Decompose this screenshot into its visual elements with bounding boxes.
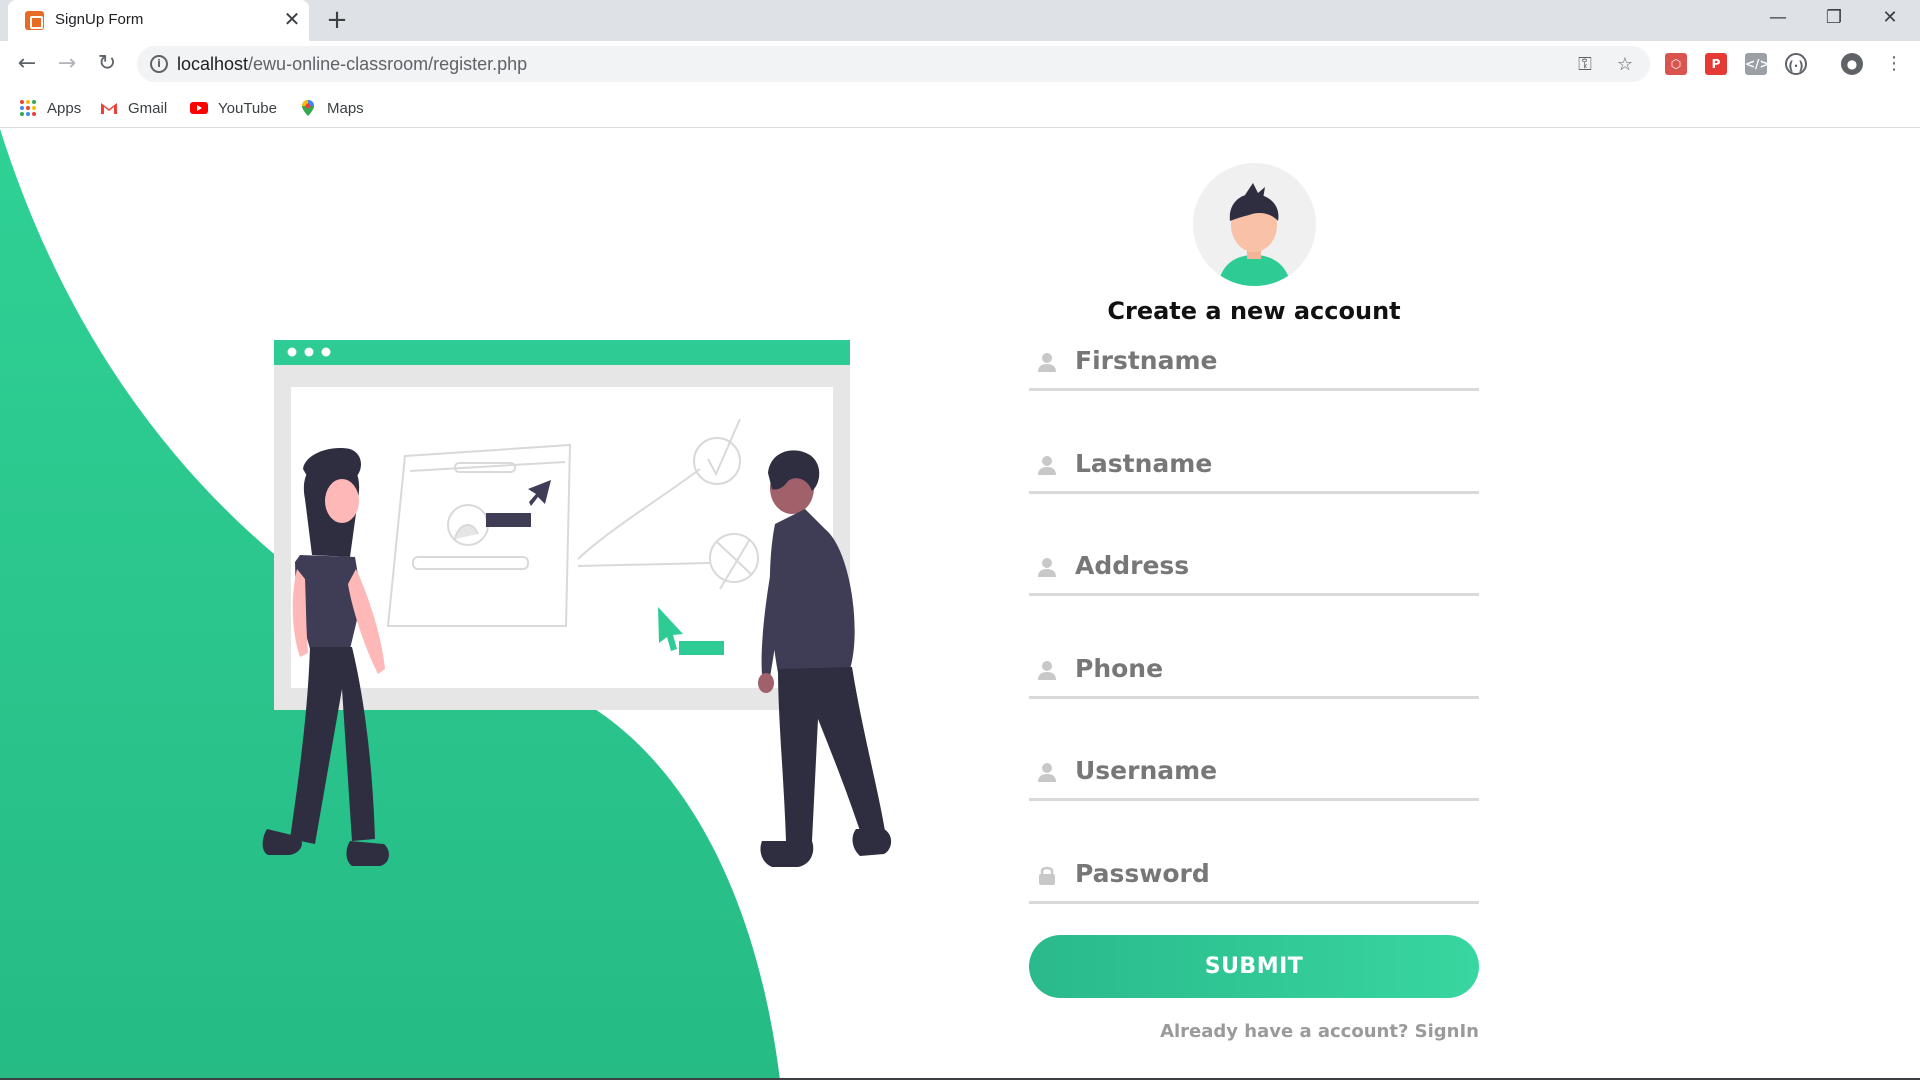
bookmarks-bar: Apps Gmail YouTube Maps: [0, 88, 1920, 128]
user-icon: [1038, 661, 1056, 680]
user-icon: [1038, 456, 1056, 475]
url-text[interactable]: localhost/ewu-online-classroom/register.…: [177, 54, 527, 75]
firstname-input[interactable]: [1075, 339, 1465, 381]
url-host: localhost: [177, 54, 249, 74]
xampp-favicon-icon: [25, 11, 44, 30]
phone-input[interactable]: [1075, 647, 1465, 689]
close-window-icon[interactable]: ✕: [1862, 0, 1918, 36]
restore-icon[interactable]: ❐: [1806, 0, 1862, 36]
page-content: Create a new account SUBMIT Already have…: [0, 129, 1920, 1080]
avatar: [1193, 163, 1316, 286]
key-icon[interactable]: ⚿: [1574, 54, 1596, 76]
new-tab-button[interactable]: +: [323, 6, 351, 34]
maps-icon: [302, 100, 314, 116]
circle-extension-icon[interactable]: (·): [1785, 53, 1807, 75]
signup-form: Create a new account SUBMIT Already have…: [1029, 129, 1479, 1080]
address-field: [1029, 534, 1479, 596]
lastname-field: [1029, 432, 1479, 494]
forward-arrow-icon[interactable]: →: [52, 49, 82, 79]
bookmark-gmail[interactable]: Gmail: [100, 96, 167, 120]
username-field: [1029, 739, 1479, 801]
site-info-icon[interactable]: i: [150, 55, 168, 73]
youtube-icon: [190, 102, 208, 114]
pdf-extension-icon[interactable]: ⬡: [1665, 53, 1687, 75]
user-avatar-icon: [1218, 183, 1291, 286]
address-input[interactable]: [1075, 544, 1465, 586]
signup-illustration: [262, 340, 892, 867]
back-arrow-icon[interactable]: ←: [12, 49, 42, 79]
profile-icon[interactable]: ●: [1841, 53, 1863, 75]
form-title: Create a new account: [1107, 297, 1401, 325]
browser-toolbar: ← → ↻ i localhost/ewu-online-classroom/r…: [0, 41, 1920, 88]
bookmark-label: Apps: [47, 99, 82, 117]
minimize-icon[interactable]: —: [1750, 0, 1806, 36]
browser-tab[interactable]: SignUp Form ✕: [8, 0, 309, 41]
bookmark-youtube[interactable]: YouTube: [190, 96, 277, 120]
lastname-input[interactable]: [1075, 442, 1465, 484]
submit-button[interactable]: SUBMIT: [1029, 935, 1479, 998]
url-path: /ewu-online-classroom/register.php: [248, 54, 528, 74]
bookmark-apps[interactable]: Apps: [19, 96, 81, 120]
tab-title: SignUp Form: [55, 11, 144, 28]
bookmark-label: Gmail: [128, 99, 168, 117]
close-tab-icon[interactable]: ✕: [281, 8, 303, 30]
signin-link[interactable]: Already have a account? SignIn: [1160, 1021, 1479, 1042]
bookmark-label: Maps: [327, 99, 364, 117]
address-bar[interactable]: i localhost/ewu-online-classroom/registe…: [137, 46, 1650, 82]
bookmark-label: YouTube: [218, 99, 277, 117]
phone-field: [1029, 637, 1479, 699]
p-extension-icon[interactable]: P: [1705, 53, 1727, 75]
apps-grid-icon: [20, 100, 36, 116]
user-icon: [1038, 558, 1056, 577]
lock-icon: [1039, 866, 1055, 885]
tab-bar: SignUp Form ✕ + — ❐ ✕: [0, 0, 1920, 41]
user-icon: [1038, 353, 1056, 372]
star-bookmark-icon[interactable]: ☆: [1614, 54, 1636, 76]
gmail-icon: [101, 103, 117, 114]
username-input[interactable]: [1075, 749, 1465, 791]
bookmark-maps[interactable]: Maps: [299, 96, 364, 120]
more-menu-icon[interactable]: ⋮: [1883, 53, 1905, 75]
firstname-field: [1029, 329, 1479, 391]
user-icon: [1038, 763, 1056, 782]
reload-icon[interactable]: ↻: [92, 49, 122, 79]
code-extension-icon[interactable]: </>: [1745, 53, 1770, 75]
password-field: [1029, 842, 1479, 904]
password-input[interactable]: [1075, 852, 1465, 894]
